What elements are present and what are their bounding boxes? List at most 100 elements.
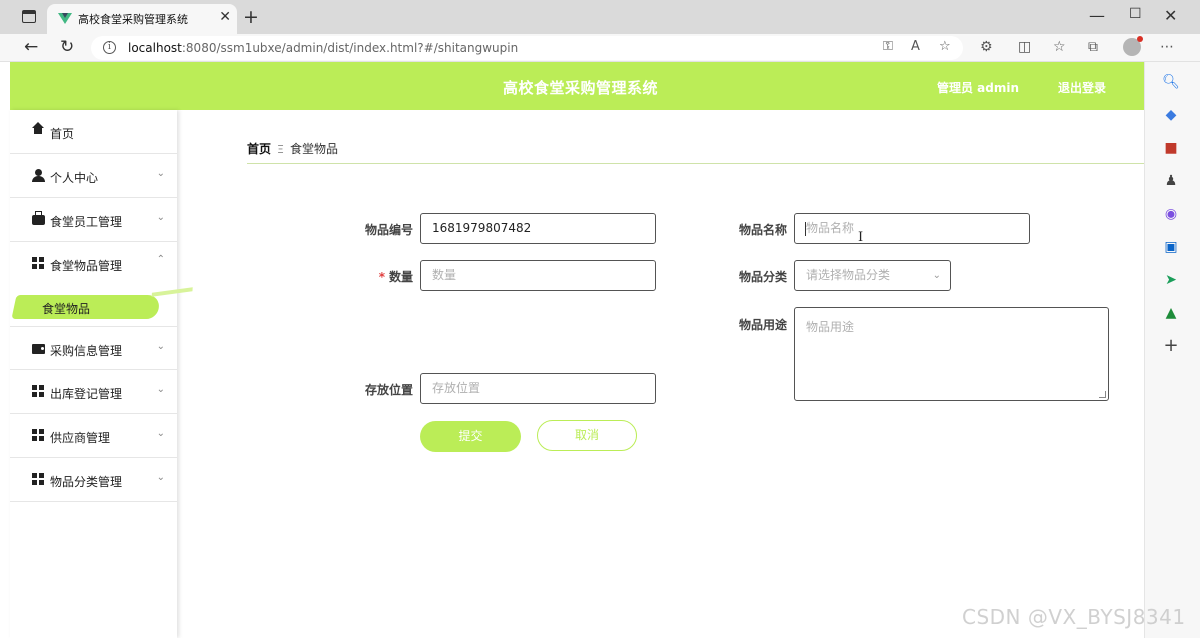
grid-icon <box>32 257 45 270</box>
favorite-add-icon[interactable]: ☆ <box>939 39 951 54</box>
left-margin <box>0 62 10 638</box>
required-mark: * <box>378 270 385 284</box>
sidebar-item-label: 个人中心 <box>50 171 99 185</box>
info-icon[interactable]: i <box>103 41 116 54</box>
logout-button[interactable]: 退出登录 <box>1058 79 1106 96</box>
sidebar-item-label: 供应商管理 <box>50 431 111 445</box>
grid-icon <box>32 429 45 442</box>
split-screen-icon[interactable]: ◫ <box>1018 39 1031 55</box>
resize-handle[interactable] <box>1099 391 1106 398</box>
close-icon[interactable]: ✕ <box>219 9 231 25</box>
chevron-down-icon: ⌄ <box>156 428 165 439</box>
admin-label: 管理员 admin <box>937 81 1020 95</box>
browser-tab[interactable]: 高校食堂采购管理系统 ✕ <box>47 4 237 34</box>
sidebar-toggle-icon[interactable] <box>22 10 36 23</box>
shopping-icon[interactable]: ◆ <box>1161 105 1181 125</box>
sidebar-item-supplier[interactable]: 供应商管理 ⌄ <box>10 414 177 458</box>
browser-side-panel: 🔍︎ ◆ ■ ♟ ◉ ▣ ➤ ▲ + <box>1144 62 1200 638</box>
maximize-icon[interactable]: ☐ <box>1129 6 1142 22</box>
sidebar-item-label: 采购信息管理 <box>50 344 123 358</box>
key-icon[interactable]: ⚿ <box>883 39 893 54</box>
outlook-icon[interactable]: ▣ <box>1161 237 1181 257</box>
usage-label: 物品用途 <box>738 318 787 332</box>
chevron-down-icon: ⌄ <box>156 168 165 179</box>
text-cursor <box>805 222 806 236</box>
sidebar-item-label: 食堂员工管理 <box>50 215 123 229</box>
submit-button[interactable]: 提交 <box>420 421 521 452</box>
sidebar-item-label: 物品分类管理 <box>50 475 123 489</box>
sidebar-item-category[interactable]: 物品分类管理 ⌄ <box>10 458 177 502</box>
sidebar-item-outbound[interactable]: 出库登记管理 ⌄ <box>10 370 177 414</box>
profile-icon[interactable] <box>1123 36 1143 56</box>
item-name-field[interactable]: 物品名称 <box>794 213 1030 244</box>
favorites-icon[interactable]: ☆ <box>1053 39 1066 55</box>
quantity-label-text: 数量 <box>388 270 413 284</box>
copilot-icon[interactable]: ◉ <box>1161 204 1181 224</box>
sidebar-item-home[interactable]: 首页 <box>10 110 177 154</box>
grid-icon <box>32 385 45 398</box>
category-select[interactable]: 请选择物品分类 ⌄ <box>794 260 951 291</box>
chevron-down-icon: ⌄ <box>156 384 165 395</box>
refresh-icon[interactable]: ↻ <box>60 37 74 57</box>
app-title: 高校食堂采购管理系统 <box>503 79 659 97</box>
location-label: 存放位置 <box>364 383 413 397</box>
item-name-label: 物品名称 <box>738 223 787 237</box>
plus-icon[interactable]: + <box>243 6 259 28</box>
sidebar-item-items[interactable]: 食堂物品管理 ⌃ <box>10 242 177 286</box>
location-field[interactable]: 存放位置 <box>420 373 656 404</box>
chevron-down-icon: ⌄ <box>156 472 165 483</box>
tree-icon[interactable]: ▲ <box>1161 303 1181 323</box>
more-icon[interactable]: ⋯ <box>1160 39 1174 55</box>
item-code-field[interactable]: 1681979807482 <box>420 213 656 244</box>
watermark: CSDN @VX_BYSJ8341 <box>962 605 1186 629</box>
url-host: localhost <box>128 41 182 55</box>
mouse-ibeam-icon: I <box>858 230 864 245</box>
cancel-button[interactable]: 取消 <box>537 420 637 451</box>
extensions-icon[interactable]: ⚙ <box>980 39 993 55</box>
divider <box>247 163 1144 164</box>
sidebar-item-personal-center[interactable]: 个人中心 ⌄ <box>10 154 177 198</box>
breadcrumb-home[interactable]: 首页 <box>247 142 271 156</box>
breadcrumb-separator-icon: Ξ <box>277 143 284 156</box>
sidebar-item-label: 首页 <box>50 127 75 141</box>
briefcase-icon <box>32 211 45 225</box>
item-name-placeholder: 物品名称 <box>806 221 855 235</box>
chevron-down-icon: ⌄ <box>932 270 941 281</box>
sidebar-subitem-canteen-items[interactable]: 食堂物品 <box>11 288 176 326</box>
home-icon <box>32 122 44 134</box>
category-placeholder: 请选择物品分类 <box>806 268 891 282</box>
quantity-label: * 数量 <box>343 268 413 285</box>
chevron-down-icon: ⌄ <box>156 341 165 352</box>
minimize-icon[interactable]: — <box>1089 6 1105 25</box>
sidebar-item-staff[interactable]: 食堂员工管理 ⌄ <box>10 198 177 242</box>
tools-icon[interactable]: ■ <box>1161 138 1181 158</box>
sidebar: 首页 个人中心 ⌄ 食堂员工管理 ⌄ 食堂物品管理 ⌃ 食堂物品 采购信息管理 … <box>10 110 177 638</box>
quantity-field[interactable]: 数量 <box>420 260 656 291</box>
user-icon <box>32 169 45 182</box>
read-aloud-icon[interactable]: A <box>911 39 920 54</box>
app-header: 高校食堂采购管理系统 管理员 admin 退出登录 <box>10 62 1144 110</box>
location-placeholder: 存放位置 <box>432 381 481 395</box>
collections-icon[interactable]: ⧉ <box>1088 39 1098 55</box>
usage-placeholder: 物品用途 <box>806 320 855 334</box>
sidebar-item-label: 食堂物品管理 <box>50 259 123 273</box>
vue-logo-icon <box>58 13 72 24</box>
item-code-label: 物品编号 <box>364 223 413 237</box>
back-icon[interactable]: ← <box>24 37 38 57</box>
url-path: :8080/ssm1ubxe/admin/dist/index.html?#/s… <box>181 41 519 55</box>
quantity-placeholder: 数量 <box>432 268 457 282</box>
close-window-icon[interactable]: ✕ <box>1164 6 1177 25</box>
browser-tab-bar: 高校食堂采购管理系统 ✕ + — ☐ ✕ <box>0 0 1200 34</box>
sidebar-subitem-label: 食堂物品 <box>42 302 91 316</box>
url-text: localhost:8080/ssm1ubxe/admin/dist/index… <box>128 41 518 55</box>
sidebar-item-purchase[interactable]: 采购信息管理 ⌄ <box>10 326 177 370</box>
send-icon[interactable]: ➤ <box>1161 270 1181 290</box>
search-icon[interactable]: 🔍︎ <box>1161 72 1181 92</box>
usage-textarea[interactable]: 物品用途 <box>794 307 1109 401</box>
url-field[interactable]: i localhost:8080/ssm1ubxe/admin/dist/ind… <box>91 36 963 60</box>
breadcrumb-current: 食堂物品 <box>289 142 338 156</box>
games-icon[interactable]: ♟ <box>1161 171 1181 191</box>
tab-title: 高校食堂采购管理系统 <box>78 13 188 26</box>
add-icon[interactable]: + <box>1161 336 1181 356</box>
breadcrumb: 首页 Ξ 食堂物品 <box>247 140 338 157</box>
